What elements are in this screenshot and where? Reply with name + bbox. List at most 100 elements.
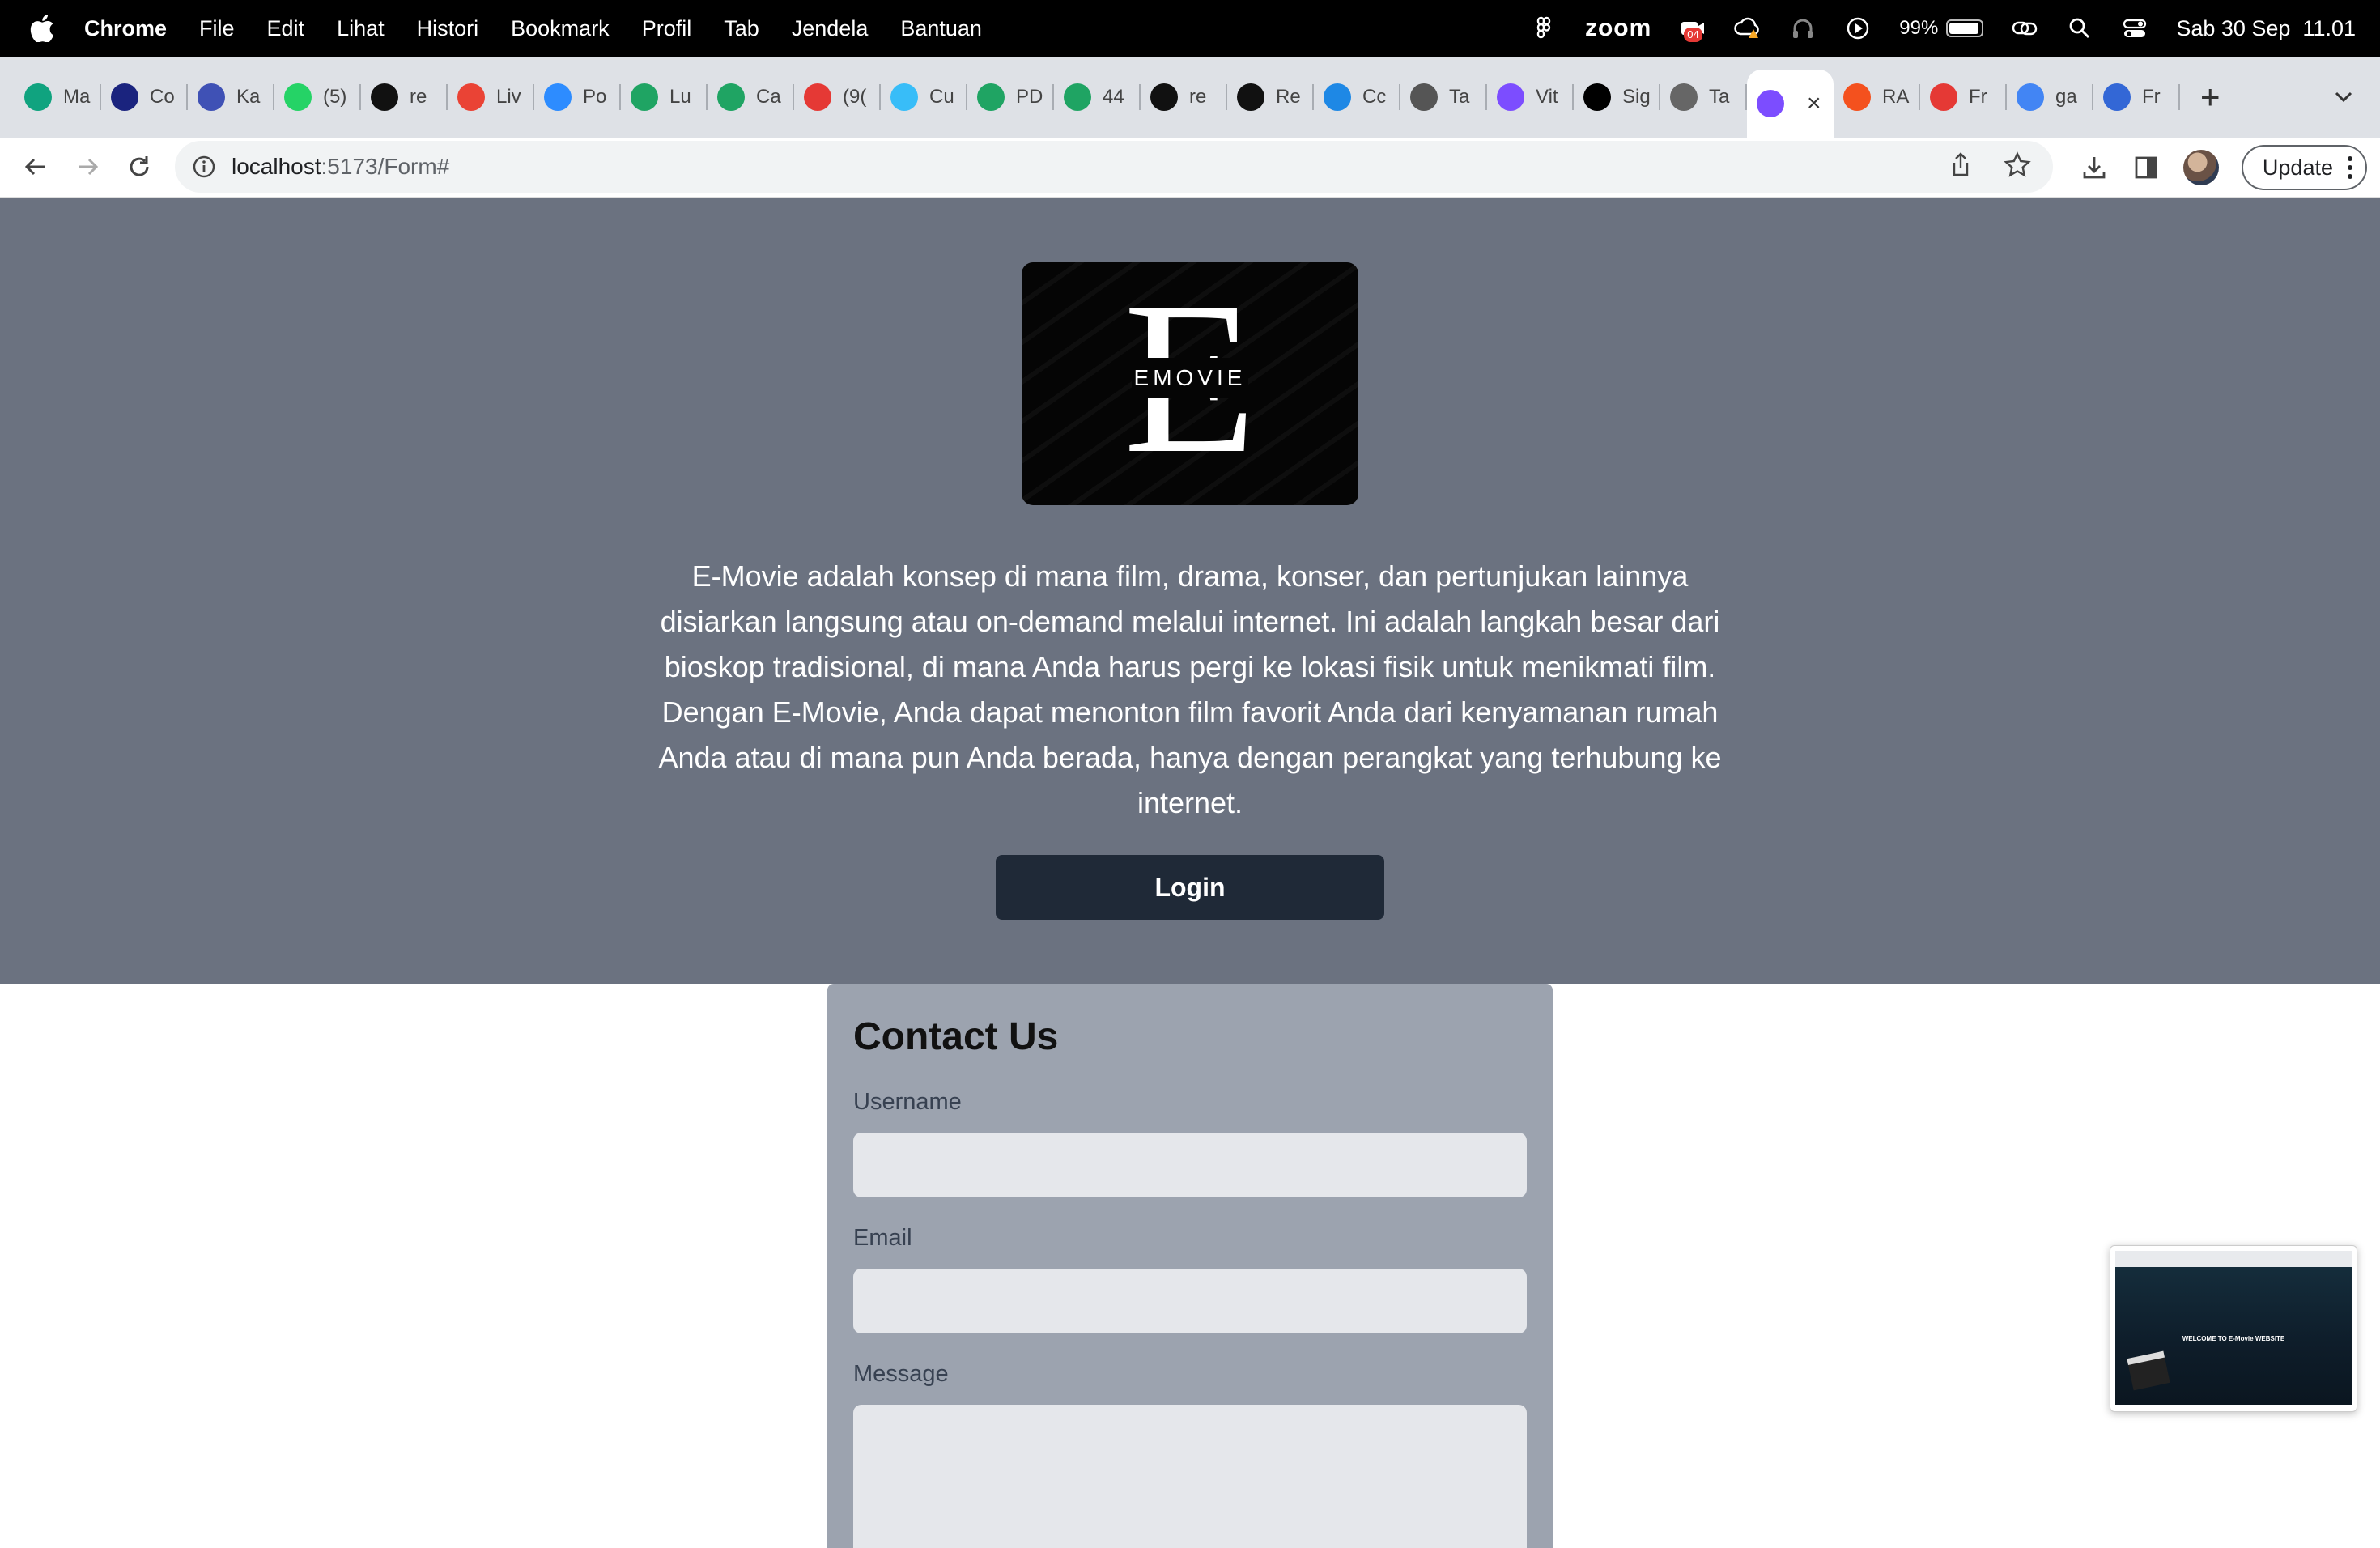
s-icon xyxy=(1930,83,1957,111)
tab-label: PD xyxy=(1016,86,1043,108)
tab[interactable]: 44 xyxy=(1054,73,1141,121)
tab[interactable]: Cc xyxy=(1314,73,1400,121)
tab-label: Vit xyxy=(1536,86,1558,108)
reload-button[interactable] xyxy=(121,149,157,185)
thumbnail-title: WELCOME TO E-Movie WEBSITE xyxy=(2182,1335,2285,1342)
tab-label: Co xyxy=(150,86,175,108)
tab[interactable]: ga xyxy=(2007,73,2093,121)
url-text: localhost:5173/Form# xyxy=(232,154,449,180)
tab-active[interactable]: × xyxy=(1747,70,1834,138)
screen-recording-thumbnail[interactable]: WELCOME TO E-Movie WEBSITE xyxy=(2110,1245,2357,1412)
tab[interactable]: PD xyxy=(967,73,1054,121)
tab[interactable]: Ta xyxy=(1400,73,1487,121)
tab[interactable]: RA xyxy=(1834,73,1920,121)
tab[interactable]: Sig xyxy=(1574,73,1660,121)
reload-icon xyxy=(130,156,149,176)
tab-close-icon[interactable]: × xyxy=(1807,90,1821,117)
username-input[interactable] xyxy=(853,1133,1527,1197)
tab[interactable]: Re xyxy=(1227,73,1314,121)
drive-icon xyxy=(717,83,745,111)
download-icon[interactable] xyxy=(2080,153,2109,182)
thumbnail-screen: WELCOME TO E-Movie WEBSITE xyxy=(2115,1251,2352,1405)
tab-label: ga xyxy=(2055,86,2077,108)
menu-bookmark[interactable]: Bookmark xyxy=(495,0,626,57)
menu-file[interactable]: File xyxy=(183,0,251,57)
menu-jendela[interactable]: Jendela xyxy=(776,0,885,57)
battery-indicator[interactable]: 99% xyxy=(1899,17,1984,40)
share-icon[interactable] xyxy=(1946,151,1975,180)
tab[interactable]: Liv xyxy=(448,73,534,121)
tab-label: Po xyxy=(583,86,607,108)
tab[interactable]: Ta xyxy=(1660,73,1747,121)
figma-icon[interactable] xyxy=(1530,15,1558,42)
clapperboard-icon xyxy=(2127,1350,2170,1391)
zoom-status-label[interactable]: zoom xyxy=(1585,15,1651,42)
site-info-icon[interactable] xyxy=(189,152,219,181)
side-panel-icon[interactable] xyxy=(2131,153,2161,182)
tab[interactable]: Ka xyxy=(188,73,274,121)
forward-button[interactable] xyxy=(70,149,105,185)
tab[interactable]: (5) xyxy=(274,73,361,121)
browser-toolbar: localhost:5173/Form# Update xyxy=(0,138,2380,198)
tab-label: RA xyxy=(1882,86,1910,108)
tab[interactable]: Fr xyxy=(2093,73,2180,121)
tab-label: 44 xyxy=(1103,86,1124,108)
zoom-meeting-icon[interactable]: 04 xyxy=(1679,15,1706,42)
control-center-icon[interactable] xyxy=(2121,15,2148,42)
globe-icon xyxy=(1670,83,1698,111)
login-button[interactable]: Login xyxy=(996,855,1384,920)
menu-bantuan[interactable]: Bantuan xyxy=(884,0,998,57)
google-icon xyxy=(2017,83,2044,111)
tab[interactable]: Ma xyxy=(15,73,101,121)
tab[interactable]: re xyxy=(361,73,448,121)
airplay-headphones-icon[interactable] xyxy=(1789,15,1817,42)
spotlight-search-icon[interactable] xyxy=(2066,15,2093,42)
url-path: :5173/Form# xyxy=(321,154,450,179)
drive-icon xyxy=(1064,83,1091,111)
tab[interactable]: Cu xyxy=(881,73,967,121)
tab[interactable]: Co xyxy=(101,73,188,121)
github-icon xyxy=(1150,83,1178,111)
url-host: localhost xyxy=(232,154,321,179)
tab-label: (5) xyxy=(323,86,347,108)
apple-logo-icon[interactable] xyxy=(21,0,63,57)
update-label: Update xyxy=(2262,155,2333,180)
tab[interactable]: (9( xyxy=(794,73,881,121)
update-button[interactable]: Update xyxy=(2241,145,2367,190)
play-circle-icon[interactable] xyxy=(1844,15,1872,42)
tab[interactable]: re xyxy=(1141,73,1227,121)
tab[interactable]: Vit xyxy=(1487,73,1574,121)
drive-icon xyxy=(977,83,1005,111)
email-input[interactable] xyxy=(853,1269,1527,1333)
arrow-left-icon xyxy=(24,158,45,176)
tab[interactable]: Fr xyxy=(1920,73,2007,121)
emovie-logo: E EMOVIE xyxy=(1022,262,1358,505)
tab-label: Ca xyxy=(756,86,781,108)
thumbnail-browser-bar xyxy=(2115,1251,2352,1267)
tab-search-chevron-icon[interactable] xyxy=(2331,84,2356,108)
menubar-datetime[interactable]: Sab 30 Sep 11.01 xyxy=(2176,16,2356,41)
menubar-status-area: zoom 04 99% Sab 30 Sep 11.01 xyxy=(1530,0,2356,57)
message-textarea[interactable] xyxy=(853,1405,1527,1548)
vite-icon xyxy=(1497,83,1524,111)
link-icon[interactable] xyxy=(2011,15,2038,42)
address-bar[interactable]: localhost:5173/Form# xyxy=(175,141,2053,193)
menu-edit[interactable]: Edit xyxy=(251,0,321,57)
cloud-warning-icon[interactable] xyxy=(1734,15,1762,42)
menu-profil[interactable]: Profil xyxy=(626,0,708,57)
username-label: Username xyxy=(853,1089,962,1115)
menu-histori[interactable]: Histori xyxy=(401,0,495,57)
back-button[interactable] xyxy=(18,149,53,185)
tab[interactable]: Lu xyxy=(621,73,708,121)
menu-app-chrome[interactable]: Chrome xyxy=(63,0,183,57)
one-icon xyxy=(111,83,138,111)
menu-tab[interactable]: Tab xyxy=(708,0,776,57)
profile-avatar[interactable] xyxy=(2182,150,2219,185)
battery-icon xyxy=(1946,19,1984,37)
bookmark-star-icon[interactable] xyxy=(2003,151,2032,180)
tab[interactable]: Po xyxy=(534,73,621,121)
tab[interactable]: Ca xyxy=(708,73,794,121)
menu-lihat[interactable]: Lihat xyxy=(321,0,401,57)
tab-label: Liv xyxy=(496,86,521,108)
new-tab-button[interactable]: + xyxy=(2200,80,2221,114)
